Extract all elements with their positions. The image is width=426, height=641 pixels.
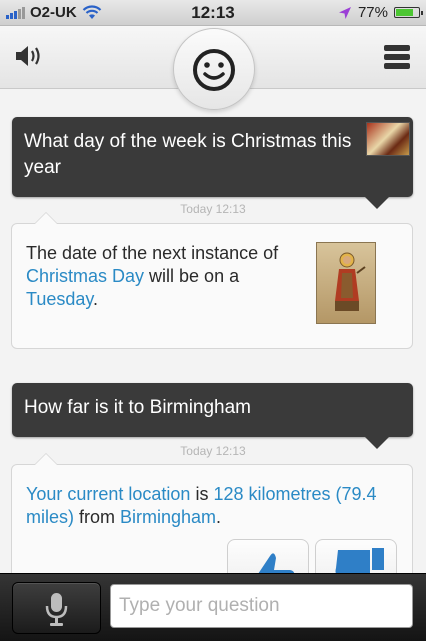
signal-strength-icon — [6, 6, 25, 19]
thumbs-up-icon — [258, 553, 295, 573]
speaker-icon[interactable] — [14, 43, 44, 69]
wifi-icon — [82, 5, 101, 19]
answer-text: is — [190, 484, 214, 504]
carrier-name: O2-UK — [30, 4, 77, 21]
bubble-tail — [34, 212, 58, 224]
input-bar — [0, 573, 426, 641]
battery-icon — [394, 7, 423, 18]
top-toolbar — [0, 26, 426, 110]
thumbs-down-button[interactable] — [315, 539, 397, 573]
thumbs-down-icon — [335, 548, 384, 573]
timestamp: Today 12:13 — [180, 444, 246, 458]
thumbs-up-button[interactable] — [227, 539, 309, 573]
answer-text: from — [74, 507, 121, 527]
conversation-area[interactable]: What day of the week is Christmas this y… — [0, 89, 426, 573]
question-bubble: How far is it to Birmingham — [12, 383, 413, 449]
status-right: 77% — [250, 4, 423, 21]
answer-bubble: The date of the next instance of Christm… — [11, 212, 413, 349]
current-location-link[interactable]: Your current location — [26, 484, 190, 504]
status-bar: O2-UK 12:13 77% — [0, 0, 426, 26]
microphone-icon — [45, 593, 68, 626]
status-time: 12:13 — [191, 2, 235, 22]
question-text: How far is it to Birmingham — [24, 397, 252, 418]
icon-figure — [335, 252, 366, 311]
tuesday-link[interactable]: Tuesday — [26, 289, 93, 309]
question-input[interactable] — [110, 584, 413, 628]
status-left: O2-UK — [6, 4, 176, 21]
list-menu-icon[interactable] — [384, 45, 410, 69]
microphone-button[interactable] — [12, 582, 101, 634]
question-text: What day of the week is Christmas this y… — [24, 131, 352, 178]
christ-icon-image[interactable] — [316, 242, 376, 324]
answer-text: The date of the next instance of — [26, 243, 279, 263]
location-arrow-icon — [338, 6, 351, 19]
answer-bubble: Your current location is 128 kilometres … — [11, 453, 413, 573]
christmas-day-link[interactable]: Christmas Day — [26, 266, 144, 286]
answer-text: . — [216, 507, 222, 527]
answer-text: will be on a — [144, 266, 240, 286]
battery-percent: 77% — [357, 4, 388, 21]
timestamp: Today 12:13 — [180, 202, 246, 216]
answer-text: . — [93, 289, 99, 309]
birmingham-link[interactable]: Birmingham — [120, 507, 216, 527]
christmas-thumbnail-image — [366, 122, 410, 156]
bubble-tail — [34, 453, 58, 465]
question-bubble: What day of the week is Christmas this y… — [12, 117, 413, 209]
